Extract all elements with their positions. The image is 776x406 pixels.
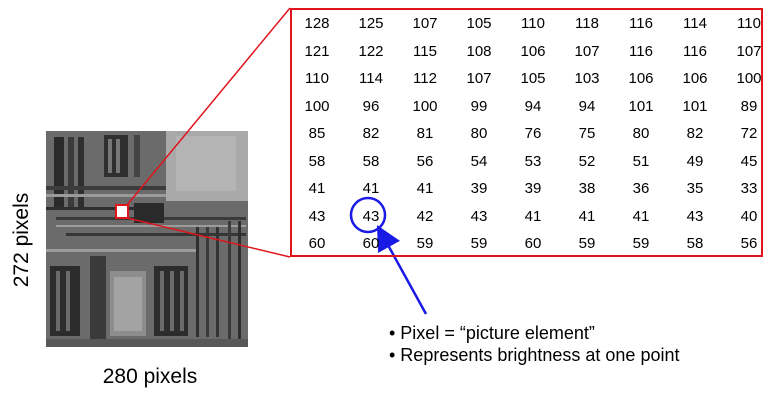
pixel-value-cell: 41 xyxy=(416,180,434,197)
pixel-value-cell: 60 xyxy=(362,235,380,252)
pixel-value-cell: 103 xyxy=(574,70,600,87)
pixel-value-cell: 80 xyxy=(632,125,650,142)
pixel-value-cell: 100 xyxy=(412,97,438,115)
pixel-value-cell: 107 xyxy=(736,42,762,60)
pixel-value-cell: 36 xyxy=(632,180,650,197)
pixel-value-cell: 45 xyxy=(740,152,758,170)
pixel-value-cell: 60 xyxy=(308,235,326,252)
pixel-value-cell: 41 xyxy=(578,207,596,225)
bullet-pixel-definition: • Pixel = “picture element” xyxy=(389,323,595,343)
pixel-value-cell: 116 xyxy=(629,15,653,32)
pixel-value-cell: 40 xyxy=(740,207,758,225)
pixel-value-cell: 106 xyxy=(682,70,708,87)
pixel-value-cell: 106 xyxy=(628,70,654,87)
pixel-value-cell: 110 xyxy=(521,15,545,32)
pixel-value-cell: 75 xyxy=(578,125,596,142)
pixel-value-cell: 121 xyxy=(304,42,330,60)
pixel-value-cell: 51 xyxy=(632,152,650,170)
pixel-value-cell: 108 xyxy=(466,42,492,60)
bullet-list: • Pixel = “picture element” • Represents… xyxy=(389,322,679,366)
pixel-value-cell: 58 xyxy=(308,152,326,170)
pixel-value-cell: 42 xyxy=(416,207,434,225)
pixel-value-cell: 54 xyxy=(470,152,488,170)
pixel-value-cell: 107 xyxy=(466,70,492,87)
pixel-value-cell: 56 xyxy=(416,152,434,170)
pixel-value-cell: 110 xyxy=(737,15,761,32)
pixel-value-cell: 101 xyxy=(682,97,708,115)
pixel-value-cell: 38 xyxy=(578,180,596,197)
pixel-value-cell: 116 xyxy=(683,42,707,60)
pixel-value-cell: 107 xyxy=(574,42,600,60)
pixel-value-cell: 58 xyxy=(686,235,704,252)
pixel-value-cell: 58 xyxy=(362,152,380,170)
pixel-value-cell: 56 xyxy=(740,235,758,252)
pixel-value-grid: 128 125 107 105 110 118 116 114 110 121 122 115 108 1… xyxy=(290,8,763,257)
pixel-value-cell: 85 xyxy=(308,125,326,142)
pixel-value-cell: 76 xyxy=(524,125,542,142)
pixel-value-cell: 110 xyxy=(305,70,329,87)
pixel-value-cell: 122 xyxy=(358,42,384,60)
pixel-value-cell: 125 xyxy=(358,15,384,32)
pixel-value-cell: 80 xyxy=(470,125,488,142)
pixel-value-cell: 128 xyxy=(304,15,330,32)
pixel-value-cell: 49 xyxy=(686,152,704,170)
pixel-value-cell: 59 xyxy=(470,235,488,252)
pixel-value-cell: 53 xyxy=(524,152,542,170)
pixel-value-cell: 105 xyxy=(520,70,546,87)
pixel-value-cell: 101 xyxy=(628,97,654,115)
pixel-value-cell: 39 xyxy=(470,180,488,197)
pixel-value-cell: 43 xyxy=(308,207,326,225)
pixel-value-cell: 33 xyxy=(740,180,758,197)
pixel-value-cell: 60 xyxy=(524,235,542,252)
pixel-value-cell: 41 xyxy=(524,207,542,225)
pixel-value-cell: 52 xyxy=(578,152,596,170)
pixel-value-cell: 96 xyxy=(362,97,380,115)
pixel-value-cell: 106 xyxy=(520,42,546,60)
pixel-value-cell: 59 xyxy=(632,235,650,252)
pixel-value-cell: 81 xyxy=(416,125,434,142)
pixel-value-cell: 100 xyxy=(736,70,762,87)
pixel-value-cell: 94 xyxy=(578,97,596,115)
pixel-value-cell: 82 xyxy=(686,125,704,142)
pixel-value-cell: 114 xyxy=(359,70,383,87)
pixel-value-cell: 35 xyxy=(686,180,704,197)
pixel-value-cell: 43 xyxy=(362,207,380,225)
pixel-value-cell: 107 xyxy=(412,15,438,32)
pixel-value-cell: 94 xyxy=(524,97,542,115)
pixel-value-cell: 41 xyxy=(362,180,380,197)
grayscale-circuit-photo-icon xyxy=(46,131,248,347)
pixel-value-cell: 82 xyxy=(362,125,380,142)
pixel-value-cell: 116 xyxy=(629,42,653,60)
pixel-value-cell: 114 xyxy=(683,15,707,32)
pixel-value-cell: 118 xyxy=(575,15,599,32)
pixel-value-cell: 59 xyxy=(416,235,434,252)
height-label: 272 pixels xyxy=(10,192,33,288)
width-label: 280 pixels xyxy=(102,365,198,388)
pixel-value-cell: 72 xyxy=(740,125,758,142)
pixel-value-cell: 105 xyxy=(466,15,492,32)
pixel-value-cell: 100 xyxy=(304,97,330,115)
pixel-value-cell: 115 xyxy=(413,42,437,60)
pixel-value-cell: 99 xyxy=(470,97,488,115)
pixel-value-cell: 89 xyxy=(740,97,758,115)
pixel-value-cell: 41 xyxy=(308,180,326,197)
pixel-value-cell: 39 xyxy=(524,180,542,197)
pixel-value-cell: 43 xyxy=(470,207,488,225)
bullet-brightness: • Represents brightness at one point xyxy=(389,345,680,365)
pixel-value-cell: 43 xyxy=(686,207,704,225)
circuit-photo xyxy=(46,131,248,347)
pixel-value-cell: 59 xyxy=(578,235,596,252)
pixel-value-cell: 112 xyxy=(413,70,437,87)
pixel-value-cell: 41 xyxy=(632,207,650,225)
